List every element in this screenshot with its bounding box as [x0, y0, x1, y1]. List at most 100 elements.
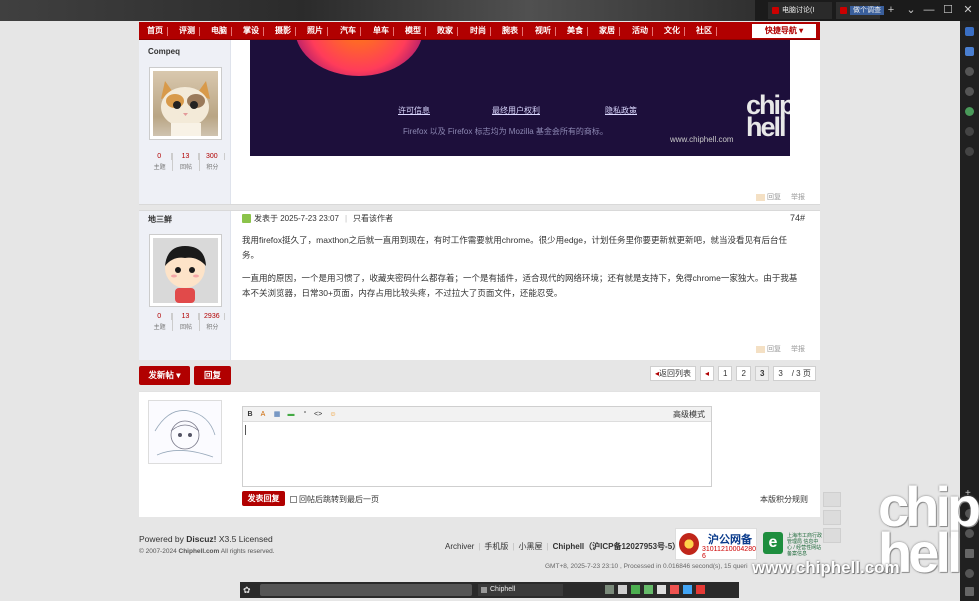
stat-value[interactable]: 2936 — [200, 313, 225, 320]
new-post-button[interactable]: 发新帖 ▾ — [139, 366, 190, 385]
smiley-icon[interactable]: ☺ — [329, 411, 337, 418]
reply-link[interactable]: 回复 — [756, 193, 781, 201]
taskbar-window[interactable]: Chiphell — [478, 584, 563, 596]
tray-icon[interactable] — [683, 585, 692, 594]
reply-button[interactable]: 回复 — [194, 366, 231, 385]
nav-item[interactable]: 家居 — [599, 22, 620, 40]
checkbox-icon[interactable] — [290, 496, 297, 504]
advanced-mode-link[interactable]: 高级模式 — [673, 407, 705, 422]
start-icon[interactable]: ✿ — [243, 585, 253, 595]
stat-value[interactable]: 13 — [173, 313, 199, 320]
taskbar: ✿ Chiphell — [240, 582, 739, 598]
reply-icon — [756, 193, 765, 201]
quote-icon[interactable]: “ — [301, 411, 309, 418]
nav-item[interactable]: 时尚 — [470, 22, 491, 40]
tray-icon[interactable] — [605, 585, 614, 594]
author-stats: 0 主题 13 回帖 300 积分 — [147, 153, 225, 171]
browser-tab-survey[interactable]: 做个调查 — [836, 2, 884, 19]
sidebar-app-icon[interactable] — [965, 47, 974, 56]
maximize-button[interactable]: ☐ — [937, 0, 959, 21]
tray-icon[interactable] — [644, 585, 653, 594]
jump-to-last-page-option[interactable]: 回帖后跳转到最后一页 — [290, 494, 379, 505]
submit-reply-button[interactable]: 发表回复 — [242, 491, 285, 506]
stat-label: 积分 — [206, 165, 219, 171]
sidebar-app-icon[interactable] — [965, 127, 974, 136]
nav-item[interactable]: 电脑 — [211, 22, 232, 40]
business-license-badge[interactable]: e 上海市工商行政管理局 信息中心 / 经营性网站备案信息 — [763, 532, 822, 560]
discuz-link[interactable]: Discuz! — [186, 534, 216, 544]
chevron-left-icon: ◂ — [705, 369, 710, 378]
nav-item[interactable]: 单车 — [373, 22, 394, 40]
image-icon[interactable]: ▦ — [273, 411, 281, 418]
tray-icon[interactable] — [696, 585, 705, 594]
tray-icon[interactable] — [670, 585, 679, 594]
report-link[interactable]: 举报 — [791, 346, 805, 353]
back-to-list-button[interactable]: ◂返回列表 — [650, 366, 697, 381]
sidebar-app-icon[interactable] — [965, 87, 974, 96]
code-icon[interactable]: <> — [314, 411, 322, 418]
post-author-name[interactable]: 地三鲜 — [148, 214, 172, 225]
nav-item[interactable]: 活动 — [632, 22, 653, 40]
post-attachment-image[interactable]: 许可信息 最终用户权利 隐私政策 Firefox 以及 Firefox 标志均为… — [250, 40, 790, 156]
nav-item[interactable]: 社区 — [696, 22, 717, 40]
site-footer: Powered by Discuz! X3.5 Licensed © 2007-… — [139, 528, 822, 582]
archiver-link[interactable]: Archiver — [445, 542, 484, 551]
nav-item[interactable]: 视听 — [535, 22, 556, 40]
font-color-icon[interactable]: A — [259, 411, 267, 418]
link-icon[interactable]: ▬ — [287, 411, 295, 418]
nav-item[interactable]: 美食 — [567, 22, 588, 40]
icp-link[interactable]: Chiphell（沪ICP备12027953号-5） — [553, 542, 689, 551]
tray-icon[interactable] — [657, 585, 666, 594]
back-to-top-icon[interactable] — [823, 510, 841, 525]
nav-item[interactable]: 首页 — [147, 22, 168, 40]
police-record-badge[interactable]: 沪公网备 31011210004280​6 — [675, 528, 757, 560]
floor-number[interactable]: 74# — [790, 213, 805, 223]
page-link[interactable]: 1 — [718, 366, 733, 381]
new-tab-button[interactable]: + — [880, 0, 902, 21]
sidebar-app-icon[interactable] — [965, 147, 974, 156]
avatar[interactable] — [149, 67, 222, 140]
sidebar-app-icon[interactable] — [965, 107, 974, 116]
nav-item[interactable]: 摄影 — [275, 22, 296, 40]
quick-nav-button[interactable]: 快捷导航 ▾ — [752, 24, 816, 38]
page-jump[interactable]: 3 / 3 页 — [773, 366, 816, 381]
blacklist-link[interactable]: 小黑屋 — [519, 542, 553, 551]
only-author-link[interactable]: 只看该作者 — [353, 214, 393, 223]
page-link[interactable]: 2 — [736, 366, 751, 381]
site-link[interactable]: Chiphell.com — [179, 548, 220, 555]
panel-toggle-icon[interactable] — [965, 587, 974, 596]
nav-item[interactable]: 照片 — [307, 22, 328, 40]
stat-value[interactable]: 0 — [147, 313, 173, 320]
tray-icon[interactable] — [618, 585, 627, 594]
page-left-margin — [0, 21, 139, 601]
stat-value[interactable]: 0 — [147, 153, 173, 160]
nav-item[interactable]: 败家 — [437, 22, 458, 40]
tray-icon[interactable] — [631, 585, 640, 594]
bold-icon[interactable]: B — [246, 411, 254, 418]
post-author-name[interactable]: Compeq — [148, 47, 180, 56]
stat-value[interactable]: 300 — [200, 153, 225, 160]
reply-link[interactable]: 回复 — [756, 345, 781, 353]
nav-item[interactable]: 文化 — [664, 22, 685, 40]
nav-item[interactable]: 汽车 — [340, 22, 361, 40]
page-input[interactable]: 3 — [778, 369, 782, 378]
nav-item[interactable]: 评测 — [179, 22, 200, 40]
comment-icon[interactable] — [823, 492, 841, 507]
close-window-button[interactable]: ✕ — [957, 0, 979, 21]
reply-textarea[interactable] — [243, 422, 711, 486]
nav-item[interactable]: 模型 — [405, 22, 426, 40]
avatar[interactable] — [149, 234, 222, 307]
chiphell-favicon-icon — [772, 7, 779, 14]
prev-page-button[interactable]: ◂ — [700, 366, 715, 381]
sidebar-app-icon[interactable] — [965, 67, 974, 76]
rules-link[interactable]: 本版积分规则 — [760, 494, 808, 505]
nav-item[interactable]: 掌设 — [243, 22, 264, 40]
report-link[interactable]: 举报 — [791, 194, 805, 201]
mobile-link[interactable]: 手机版 — [484, 542, 518, 551]
sidebar-app-icon[interactable] — [965, 27, 974, 36]
browser-tab-discussion[interactable]: 电脑讨论(I — [768, 2, 832, 19]
privacy-link: 隐私政策 — [605, 106, 637, 115]
stat-value[interactable]: 13 — [173, 153, 199, 160]
nav-item[interactable]: 腕表 — [502, 22, 523, 40]
list-icon[interactable] — [823, 528, 841, 543]
